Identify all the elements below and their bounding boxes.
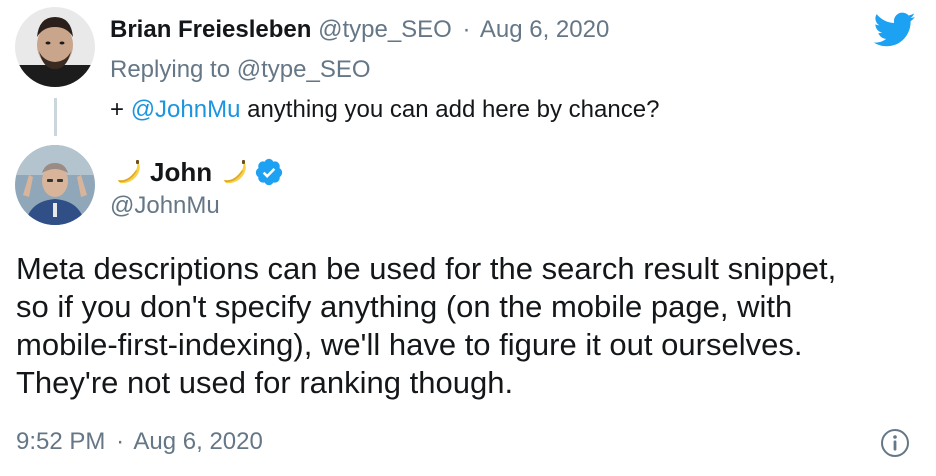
banana-emoji: [114, 158, 142, 186]
parent-tweet-text: + @JohnMu anything you can add here by c…: [110, 94, 659, 126]
parent-tweet-header: Brian Freiesleben @type_SEO · Aug 6, 202…: [110, 14, 609, 46]
reply-tweet-text: Meta descriptions can be used for the se…: [16, 250, 916, 402]
parent-author-avatar[interactable]: [15, 7, 95, 87]
parent-text-prefix: +: [110, 96, 125, 123]
twitter-bird-icon[interactable]: [873, 12, 916, 48]
parent-text-body: anything you can add here by chance?: [247, 96, 660, 123]
tweet-text-line: They're not used for ranking though.: [16, 365, 514, 400]
tweet-text-line: so if you don't specify anything (on the…: [16, 289, 793, 324]
parent-author-handle[interactable]: @type_SEO: [318, 16, 452, 43]
info-icon[interactable]: [880, 428, 910, 458]
replying-to-line: Replying to @type_SEO: [110, 54, 371, 86]
tweet-date: Aug 6, 2020: [133, 428, 263, 455]
replying-to-handle[interactable]: @type_SEO: [237, 56, 371, 83]
tweet-embed: Brian Freiesleben @type_SEO · Aug 6, 202…: [0, 0, 936, 476]
banana-emoji: [220, 158, 248, 186]
timestamp-separator: ·: [116, 428, 125, 455]
replying-to-label: Replying to: [110, 56, 231, 83]
reply-author-avatar[interactable]: [15, 145, 95, 225]
tweet-timestamp-link[interactable]: 9:52 PM · Aug 6, 2020: [16, 426, 263, 458]
parent-author-name[interactable]: Brian Freiesleben: [110, 16, 311, 43]
reply-author-handle[interactable]: @JohnMu: [110, 190, 220, 222]
mention-link[interactable]: @JohnMu: [131, 96, 241, 123]
header-separator: ·: [462, 16, 471, 43]
tweet-text-line: mobile-first-indexing), we'll have to fi…: [16, 327, 803, 362]
reply-tweet-header: John: [110, 155, 284, 189]
parent-tweet-date[interactable]: Aug 6, 2020: [480, 16, 609, 43]
reply-author-name[interactable]: John: [150, 155, 212, 189]
tweet-text-line: Meta descriptions can be used for the se…: [16, 251, 837, 286]
thread-connector-line: [54, 98, 57, 136]
tweet-time: 9:52 PM: [16, 428, 106, 455]
verified-badge-icon: [254, 157, 284, 187]
